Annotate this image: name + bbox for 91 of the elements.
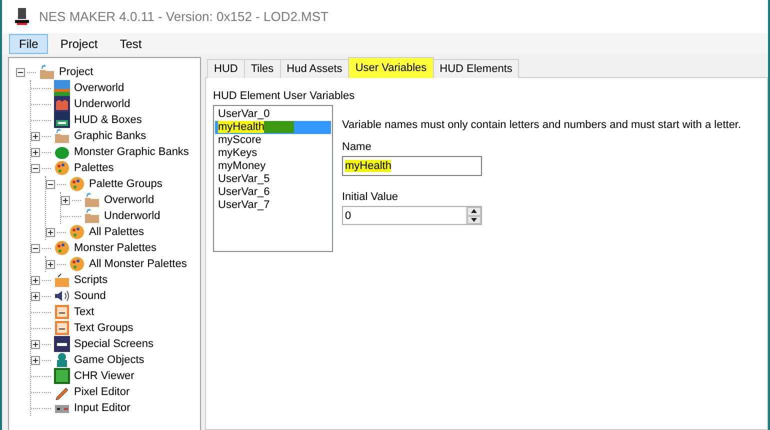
expander-button[interactable] xyxy=(31,292,40,300)
expander-button[interactable] xyxy=(46,228,55,236)
expander-button[interactable] xyxy=(31,340,40,348)
screen-icon xyxy=(54,336,70,352)
menu-item[interactable]: Test xyxy=(110,34,152,54)
list-item[interactable]: myKeys xyxy=(215,147,331,160)
tree-item[interactable]: Underworld xyxy=(73,98,132,110)
plus-icon xyxy=(32,292,39,300)
tree-item[interactable]: HUD & Boxes xyxy=(73,114,143,126)
plus-icon xyxy=(32,340,39,348)
document-icon xyxy=(54,320,70,336)
field-label: Initial Value xyxy=(342,191,400,203)
tree-item[interactable]: Text Groups xyxy=(73,322,134,334)
tree-item[interactable]: Palette Groups xyxy=(88,178,164,190)
hint-text: Variable names must only contain letters and numbers and must start with a letter. xyxy=(342,119,742,131)
tree-item[interactable]: Sound xyxy=(73,290,107,302)
list-item[interactable]: myScore xyxy=(215,134,331,147)
list-item[interactable]: myMoney xyxy=(215,160,331,173)
landscape-icon xyxy=(54,80,70,96)
plus-icon xyxy=(32,276,39,284)
expander-button[interactable] xyxy=(46,260,55,268)
expander-button[interactable] xyxy=(46,180,55,188)
plus-icon xyxy=(62,196,69,204)
tree-item[interactable]: Graphic Banks xyxy=(73,130,148,142)
list-item[interactable]: UserVar_0 xyxy=(215,108,331,121)
tree-item[interactable]: Overworld xyxy=(73,82,126,94)
list-item[interactable]: UserVar_6 xyxy=(215,186,331,199)
folder-icon xyxy=(84,192,100,208)
plus-icon xyxy=(47,228,54,236)
cave-icon xyxy=(54,96,70,112)
up-arrow-icon xyxy=(471,209,477,214)
palette-icon xyxy=(69,224,85,240)
tree-item[interactable]: Scripts xyxy=(73,274,109,286)
list-item[interactable]: myHealth xyxy=(215,121,331,134)
number-field[interactable]: 0 xyxy=(342,206,482,225)
name-field[interactable]: myHealth xyxy=(342,156,482,176)
screen-icon xyxy=(54,112,70,128)
folder-icon xyxy=(39,64,55,80)
palette-icon xyxy=(54,240,70,256)
expander-button[interactable] xyxy=(31,276,40,284)
list-item[interactable]: UserVar_5 xyxy=(215,173,331,186)
tree-item[interactable]: Input Editor xyxy=(73,402,132,414)
app-icon xyxy=(15,8,29,26)
list-label: HUD Element User Variables xyxy=(213,90,356,102)
tab[interactable]: HUD xyxy=(207,59,245,78)
list-item[interactable]: UserVar_7 xyxy=(215,199,331,212)
character-icon xyxy=(54,352,70,368)
field-label: Name xyxy=(342,141,372,153)
plus-icon xyxy=(32,356,39,364)
tab[interactable]: User Variables xyxy=(348,57,434,78)
palette-icon xyxy=(69,256,85,272)
tab[interactable]: HUD Elements xyxy=(432,59,520,78)
window-title: NES MAKER 4.0.11 - Version: 0x152 - LOD2.MST xyxy=(39,9,328,24)
menu-item[interactable]: Project xyxy=(50,34,108,54)
tree-item[interactable]: Pixel Editor xyxy=(73,386,131,398)
folder-icon xyxy=(84,208,100,224)
tree-item[interactable]: Text xyxy=(73,306,96,318)
tree-item[interactable]: CHR Viewer xyxy=(73,370,136,382)
expander-button[interactable] xyxy=(16,68,25,76)
grid-icon xyxy=(54,368,70,384)
tree-item[interactable]: Game Objects xyxy=(73,354,146,366)
plus-icon xyxy=(32,132,39,140)
menu-item[interactable]: File xyxy=(9,34,48,54)
tree-item[interactable]: Project xyxy=(58,66,94,78)
expander-button[interactable] xyxy=(31,148,40,156)
palette-icon xyxy=(69,176,85,192)
tree-item[interactable]: Monster Graphic Banks xyxy=(73,146,190,158)
tree-item[interactable]: Overworld xyxy=(103,194,156,206)
blob-icon xyxy=(54,144,70,160)
script-icon xyxy=(54,272,70,288)
tab[interactable]: Hud Assets xyxy=(280,59,350,78)
down-arrow-icon xyxy=(471,218,477,222)
plus-icon xyxy=(32,148,39,156)
tab[interactable]: Tiles xyxy=(244,59,281,78)
speaker-icon xyxy=(54,288,70,304)
plus-icon xyxy=(47,260,54,268)
tree-item[interactable]: Underworld xyxy=(103,210,162,222)
expander-button[interactable] xyxy=(31,356,40,364)
tree-item[interactable]: Palettes xyxy=(73,162,115,174)
expander-button[interactable] xyxy=(31,164,40,172)
tree-item[interactable]: Monster Palettes xyxy=(73,242,158,254)
tree-item[interactable]: Special Screens xyxy=(73,338,154,350)
expander-button[interactable] xyxy=(31,132,40,140)
expander-button[interactable] xyxy=(61,196,70,204)
tree-item[interactable]: All Monster Palettes xyxy=(88,258,188,270)
palette-icon xyxy=(54,160,70,176)
expander-button[interactable] xyxy=(31,244,40,252)
up-button[interactable] xyxy=(467,207,481,216)
folder-icon xyxy=(54,128,70,144)
document-icon xyxy=(54,304,70,320)
tree-item[interactable]: All Palettes xyxy=(88,226,146,238)
